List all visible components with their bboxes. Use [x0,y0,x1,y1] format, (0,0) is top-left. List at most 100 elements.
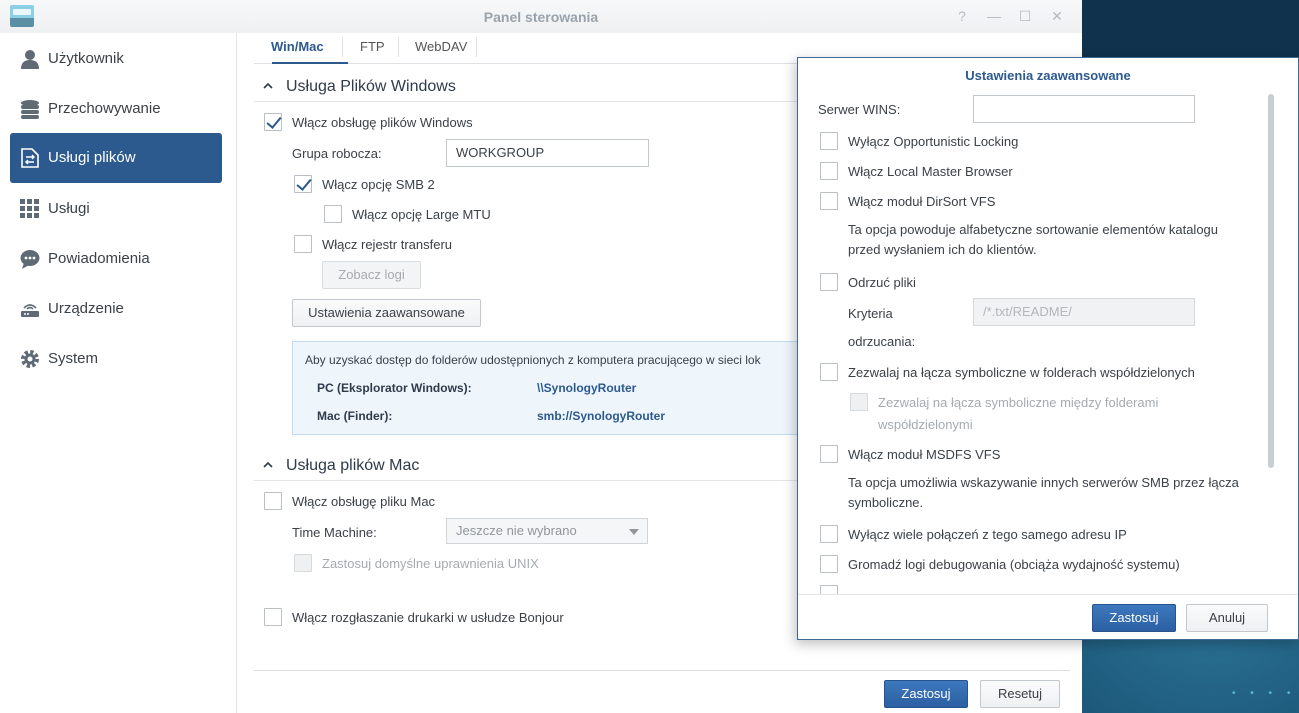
mac-access-label: Mac (Finder): [317,409,393,423]
unix-permissions-checkbox[interactable] [294,554,312,572]
dialog-body: Serwer WINS: Wyłącz Opportunistic Lockin… [798,92,1298,594]
sidebar-item-label: Usługi [48,200,90,217]
transfer-log-checkbox[interactable] [294,235,312,253]
pc-access-label: PC (Eksplorator Windows): [317,381,472,395]
sidebar-item-system[interactable]: System [10,334,222,384]
sidebar-item-label: Urządzenie [48,300,124,317]
view-logs-button[interactable]: Zobacz logi [322,261,421,289]
sidebar-item-device[interactable]: Urządzenie [10,284,222,334]
partially-hidden-checkbox[interactable] [820,585,838,594]
section-divider [254,480,814,481]
advanced-settings-button[interactable]: Ustawienia zaawansowane [292,299,481,327]
debug-logs-label: Gromadź logi debugowania (obciąża wydajn… [848,557,1180,572]
enable-mac-label: Włącz obsługę pliku Mac [292,494,436,509]
bonjour-label: Włącz rozgłaszanie drukarki w usłudze Bo… [292,610,564,625]
dirsort-description-line-1: Ta opcja powoduje alfabetyczne sortowani… [848,222,1219,237]
enable-windows-label: Włącz obsługę plików Windows [292,115,473,130]
local-master-browser-label: Włącz Local Master Browser [848,164,1013,179]
tab-separator [342,37,343,57]
sidebar-item-user[interactable]: Użytkownik [10,34,222,84]
chat-bubble-icon [20,250,40,269]
mac-section-title: Usługa plików Mac [286,457,420,474]
dialog-scrollbar[interactable] [1268,94,1274,468]
pc-access-path: \\SynologyRouter [537,381,637,395]
symlinks-label: Zezwalaj na łącza symboliczne w folderac… [848,365,1195,380]
services-grid-icon [20,199,39,218]
sidebar: Użytkownik Przechowywanie Usługi plików … [0,33,237,713]
workgroup-input[interactable]: WORKGROUP [446,139,649,167]
smb2-checkbox[interactable] [294,175,312,193]
symlinks-between-checkbox[interactable] [850,393,868,411]
reset-button[interactable]: Resetuj [980,680,1060,708]
dirsort-vfs-checkbox[interactable] [820,192,838,210]
wins-server-input[interactable] [973,95,1195,123]
enable-mac-checkbox[interactable] [264,492,282,510]
multi-connections-label: Wyłącz wiele połączeń z tego samego adre… [848,527,1127,542]
info-text: Aby uzyskać dostęp do folderów udostępni… [305,353,761,367]
collapse-caret-icon[interactable] [263,81,273,91]
maximize-icon[interactable]: ☐ [1015,6,1035,26]
tab-webdav[interactable]: WebDAV [415,39,467,54]
msdfs-vfs-checkbox[interactable] [820,445,838,463]
tab-separator [476,37,477,57]
opportunistic-locking-checkbox[interactable] [820,132,838,150]
collapse-caret-icon[interactable] [263,460,273,470]
sidebar-item-label: Powiadomienia [48,250,150,267]
large-mtu-label: Włącz opcję Large MTU [352,207,491,222]
dirsort-vfs-label: Włącz moduł DirSort VFS [848,194,996,209]
tab-separator [398,37,399,57]
sidebar-item-label: System [48,350,99,367]
veto-files-label: Odrzuć pliki [848,275,916,290]
mac-access-path: smb://SynologyRouter [537,409,666,423]
veto-criteria-label-line-2: odrzucania: [848,334,916,349]
router-icon [21,304,39,317]
smb2-label: Włącz opcję SMB 2 [322,177,435,192]
close-icon[interactable]: ✕ [1047,6,1067,26]
tab-win-mac[interactable]: Win/Mac [271,39,324,54]
dialog-cancel-button[interactable]: Anuluj [1186,604,1268,632]
sidebar-item-file-services[interactable]: Usługi plików [10,133,222,183]
opportunistic-locking-label: Wyłącz Opportunistic Locking [848,134,1019,149]
apply-button[interactable]: Zastosuj [884,680,968,708]
help-icon[interactable]: ? [952,6,972,26]
dirsort-description-line-2: przed wysłaniem ich do klientów. [848,242,1037,257]
veto-criteria-input[interactable]: /*.txt/README/ [973,298,1195,326]
sidebar-item-label: Usługi plików [48,149,136,166]
sidebar-item-notifications[interactable]: Powiadomienia [10,234,222,284]
title-bar[interactable]: Panel sterowania ? — ☐ ✕ [0,0,1082,33]
minimize-icon[interactable]: — [984,6,1004,26]
bonjour-checkbox[interactable] [264,608,282,626]
transfer-log-label: Włącz rejestr transferu [322,237,453,252]
gear-icon [21,350,39,368]
debug-logs-checkbox[interactable] [820,555,838,573]
dialog-apply-button[interactable]: Zastosuj [1092,604,1176,632]
time-machine-value: Jeszcze nie wybrano [456,523,577,538]
file-services-icon [21,148,39,168]
large-mtu-checkbox[interactable] [324,205,342,223]
symlinks-between-label-line-2: współdzielonymi [878,417,973,432]
sidebar-item-label: Przechowywanie [48,100,161,117]
msdfs-description-line-2: symboliczne. [848,495,924,510]
active-tab-indicator [272,62,348,64]
unix-permissions-label: Zastosuj domyślne uprawnienia UNIX [322,556,539,571]
tab-ftp[interactable]: FTP [360,39,385,54]
desktop-dots-decoration: • • • • [1232,688,1297,699]
window-title: Panel sterowania [483,9,599,25]
symlinks-checkbox[interactable] [820,363,838,381]
user-icon [21,50,39,69]
local-master-browser-checkbox[interactable] [820,162,838,180]
enable-windows-checkbox[interactable] [264,113,282,131]
sidebar-item-services[interactable]: Usługi [10,184,222,234]
time-machine-label: Time Machine: [292,525,377,540]
advanced-settings-dialog: Ustawienia zaawansowane Serwer WINS: Wył… [797,57,1299,640]
msdfs-vfs-label: Włącz moduł MSDFS VFS [848,447,1001,462]
workgroup-label: Grupa robocza: [292,146,382,161]
veto-files-checkbox[interactable] [820,273,838,291]
windows-section-title: Usługa Plików Windows [286,78,456,95]
multi-connections-checkbox[interactable] [820,525,838,543]
section-divider [254,101,814,102]
symlinks-between-label-line-1: Zezwalaj na łącza symboliczne między fol… [878,395,1159,410]
msdfs-description-line-1: Ta opcja umożliwia wskazywanie innych se… [848,475,1239,490]
time-machine-select[interactable]: Jeszcze nie wybrano [446,518,648,544]
sidebar-item-storage[interactable]: Przechowywanie [10,84,222,134]
